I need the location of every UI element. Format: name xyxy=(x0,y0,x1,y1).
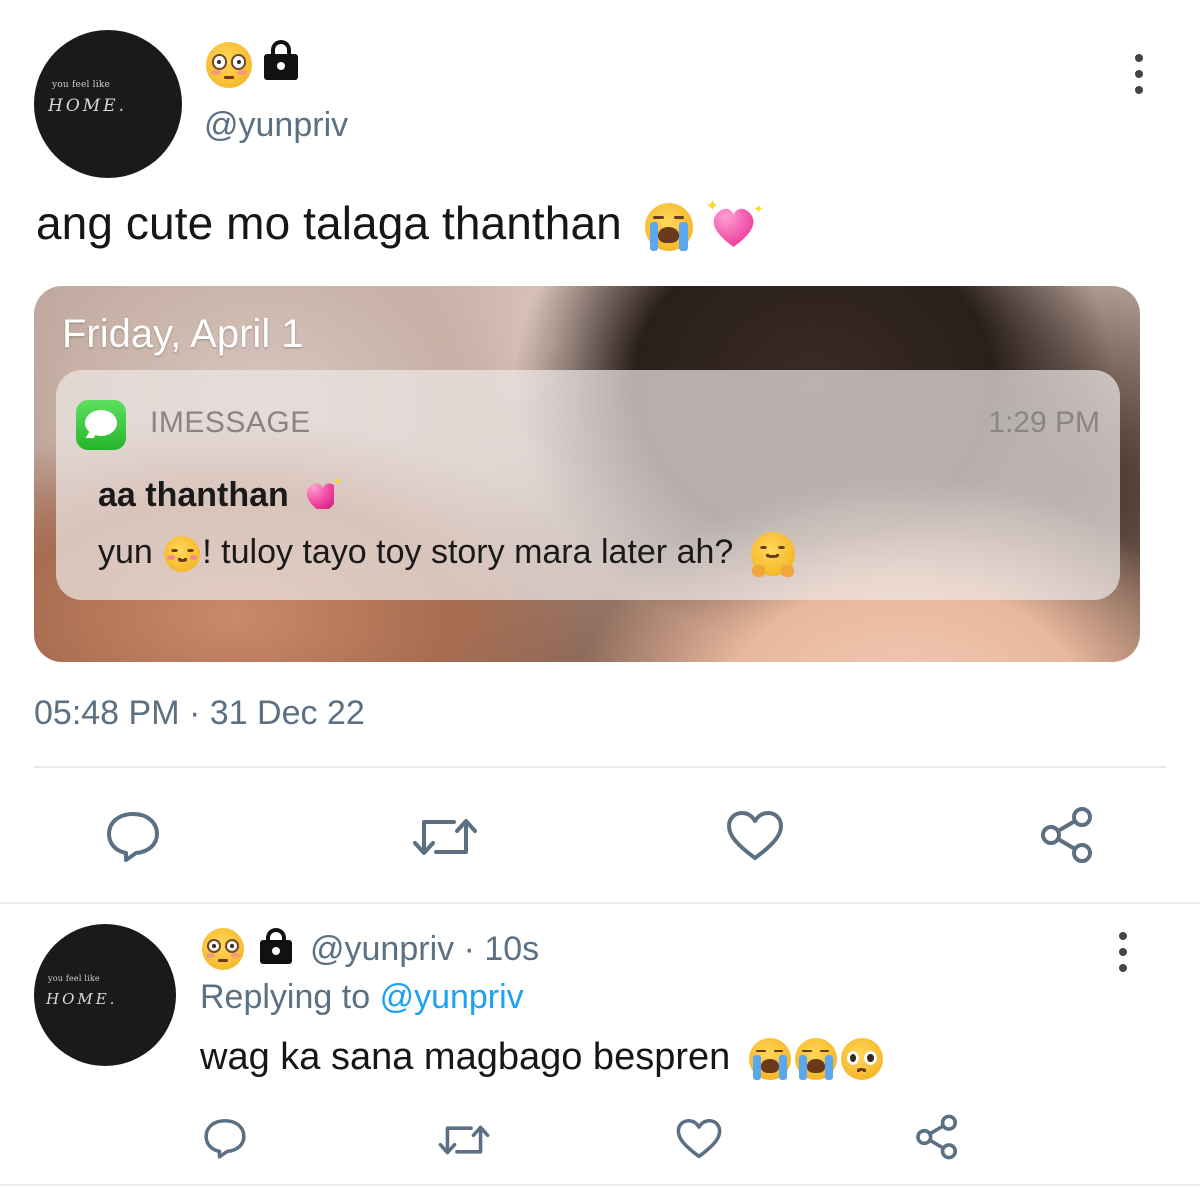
avatar-big-text: HOME. xyxy=(48,96,127,116)
notification-message-end: ! tuloy tayo toy story mara later ah? xyxy=(202,532,734,571)
reply-icon[interactable] xyxy=(202,1116,248,1160)
divider xyxy=(34,766,1166,768)
reply-text-content: wag ka sana magbago bespren xyxy=(200,1036,731,1078)
tweet-timestamp[interactable]: 05:48 PM · 31 Dec 22 xyxy=(34,694,365,733)
lockscreen-date: Friday, April 1 xyxy=(62,312,304,356)
loudly-crying-face-icon xyxy=(748,1037,791,1080)
imessage-app-icon xyxy=(76,400,126,450)
share-icon[interactable] xyxy=(914,1114,960,1160)
avatar-small-text: you feel like xyxy=(48,974,100,983)
more-options-icon[interactable] xyxy=(1134,54,1144,102)
divider xyxy=(0,1184,1200,1186)
author-handle[interactable]: @yunpriv xyxy=(204,106,348,145)
replying-to-label: Replying to xyxy=(200,978,371,1016)
meta-separator: · xyxy=(454,930,485,968)
retweet-icon[interactable] xyxy=(412,812,478,862)
reply-time-ago[interactable]: 10s xyxy=(484,930,539,968)
reply-meta-line: @yunpriv · 10s xyxy=(204,930,539,969)
like-icon[interactable] xyxy=(726,810,784,862)
share-icon[interactable] xyxy=(1038,806,1096,864)
pleading-face-icon xyxy=(840,1037,883,1080)
loudly-crying-face-icon xyxy=(644,202,693,251)
divider xyxy=(0,902,1200,904)
more-options-icon[interactable] xyxy=(1118,932,1128,980)
reply-author-avatar[interactable]: you feel like HOME. xyxy=(34,924,176,1066)
tweet-media-image[interactable]: Friday, April 1 IMESSAGE 1:29 PM aa than… xyxy=(34,286,1140,662)
reply-author-handle[interactable]: @yunpriv xyxy=(310,930,454,968)
notification-app-name: IMESSAGE xyxy=(150,406,311,439)
loudly-crying-face-icon xyxy=(794,1037,837,1080)
flushed-face-emoji-icon xyxy=(206,42,252,88)
reply-icon[interactable] xyxy=(104,808,162,864)
avatar-small-text: you feel like xyxy=(52,80,111,90)
avatar-big-text: HOME. xyxy=(46,990,118,1008)
tweet-text-content: ang cute mo talaga thanthan xyxy=(36,197,622,249)
sparkling-heart-icon: ✦ xyxy=(302,477,342,517)
notification-message: yun ! tuloy tayo toy story mara later ah… xyxy=(98,532,795,577)
notification-title: aa thanthan ✦ xyxy=(98,476,342,517)
notification-title-text: aa thanthan xyxy=(98,476,289,514)
sparkling-heart-icon: ✦ ✦ xyxy=(706,198,763,253)
author-avatar[interactable]: you feel like HOME. xyxy=(34,30,182,178)
tweet-text: ang cute mo talaga thanthan ✦ ✦ xyxy=(36,196,763,253)
like-icon[interactable] xyxy=(676,1118,722,1160)
retweet-icon[interactable] xyxy=(438,1120,490,1160)
smiling-face-icon xyxy=(164,536,201,572)
replying-to-line: Replying to @yunpriv xyxy=(200,978,524,1017)
notification-time: 1:29 PM xyxy=(988,406,1100,439)
reply-text: wag ka sana magbago bespren xyxy=(200,1036,883,1080)
imessage-notification: IMESSAGE 1:29 PM aa thanthan ✦ yun ! tul… xyxy=(56,370,1120,600)
replying-to-mention[interactable]: @yunpriv xyxy=(380,978,524,1016)
hugging-face-icon xyxy=(750,532,795,577)
lock-icon xyxy=(262,40,300,80)
notification-message-start: yun xyxy=(98,532,153,571)
